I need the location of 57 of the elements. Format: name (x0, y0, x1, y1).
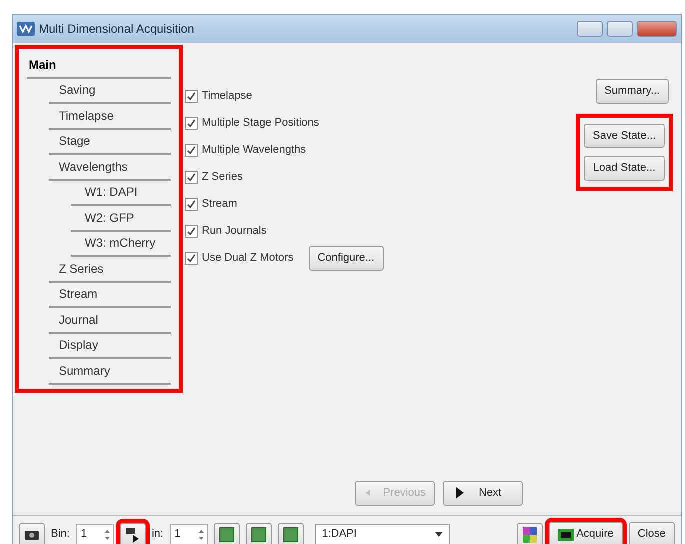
sidebar-item[interactable]: Stage (49, 130, 171, 155)
maximize-button[interactable] (607, 21, 633, 37)
checkbox[interactable] (185, 144, 198, 157)
minimize-button[interactable] (577, 21, 603, 37)
close-dialog-button[interactable]: Close (628, 522, 675, 544)
checkbox-label: Z Series (202, 170, 243, 186)
sidebar-item[interactable]: Display (49, 334, 171, 359)
checkbox[interactable] (185, 171, 198, 184)
app-icon (17, 22, 35, 36)
sidebar-item[interactable]: Main (27, 53, 171, 78)
spin-arrows-icon[interactable] (104, 528, 111, 542)
checkbox-label: Multiple Stage Positions (202, 116, 320, 132)
checkbox-label: Use Dual Z Motors (202, 251, 294, 266)
caret-icon (435, 532, 444, 537)
checkbox[interactable] (185, 117, 198, 130)
checkbox-label: Stream (202, 197, 238, 212)
sidebar-item[interactable]: W3: mCherry (71, 232, 171, 257)
square-icon (218, 526, 235, 542)
bin-field[interactable]: 1 (76, 524, 114, 544)
sidebar-item[interactable]: Journal (49, 308, 171, 334)
checkbox[interactable] (185, 198, 198, 211)
sidebar-item[interactable]: Stream (49, 282, 171, 308)
acquire-icon (558, 528, 574, 540)
camera-button[interactable] (19, 522, 45, 544)
checkbox[interactable] (185, 225, 198, 238)
checkbox-label: Run Journals (202, 224, 267, 240)
sidebar-item[interactable]: Saving (49, 78, 171, 104)
checkbox[interactable] (185, 252, 198, 265)
state-button[interactable]: Load State... (584, 156, 665, 180)
bin-label: Bin: (51, 527, 70, 542)
camera-icon (24, 528, 40, 540)
channel-button[interactable] (214, 522, 240, 544)
configure-button[interactable]: Configure... (308, 246, 384, 271)
checkbox-label: Multiple Wavelengths (202, 143, 306, 158)
bin-field[interactable]: 1 (170, 524, 208, 544)
checkbox-label: Timelapse (202, 89, 252, 104)
channel-button[interactable] (246, 522, 272, 544)
next-button[interactable]: Next (443, 481, 523, 506)
square-icon (250, 526, 267, 542)
sidebar-item[interactable]: W1: DAPI (71, 180, 171, 206)
channel-button[interactable] (278, 522, 304, 544)
palette-button[interactable] (516, 522, 543, 544)
summary-button[interactable]: Summary... (596, 79, 669, 104)
palette-icon (522, 526, 537, 542)
spin-arrows-icon[interactable] (198, 528, 205, 542)
checkbox[interactable] (185, 90, 198, 103)
sidebar-item[interactable]: W2: GFP (71, 206, 171, 232)
square-icon (282, 526, 299, 542)
window-title: Multi Dimensional Acquisition (39, 21, 194, 38)
wavelength-dropdown[interactable]: 1:DAPI (315, 524, 450, 544)
sidebar-item[interactable]: Wavelengths (49, 155, 171, 180)
sidebar-item[interactable]: Summary (49, 359, 171, 384)
sidebar-item[interactable]: Z Series (49, 257, 171, 282)
bin-label: in: (152, 527, 164, 542)
sidebar-item[interactable]: Timelapse (49, 104, 171, 130)
stream-icon (124, 526, 141, 542)
state-button[interactable]: Save State... (584, 124, 665, 148)
